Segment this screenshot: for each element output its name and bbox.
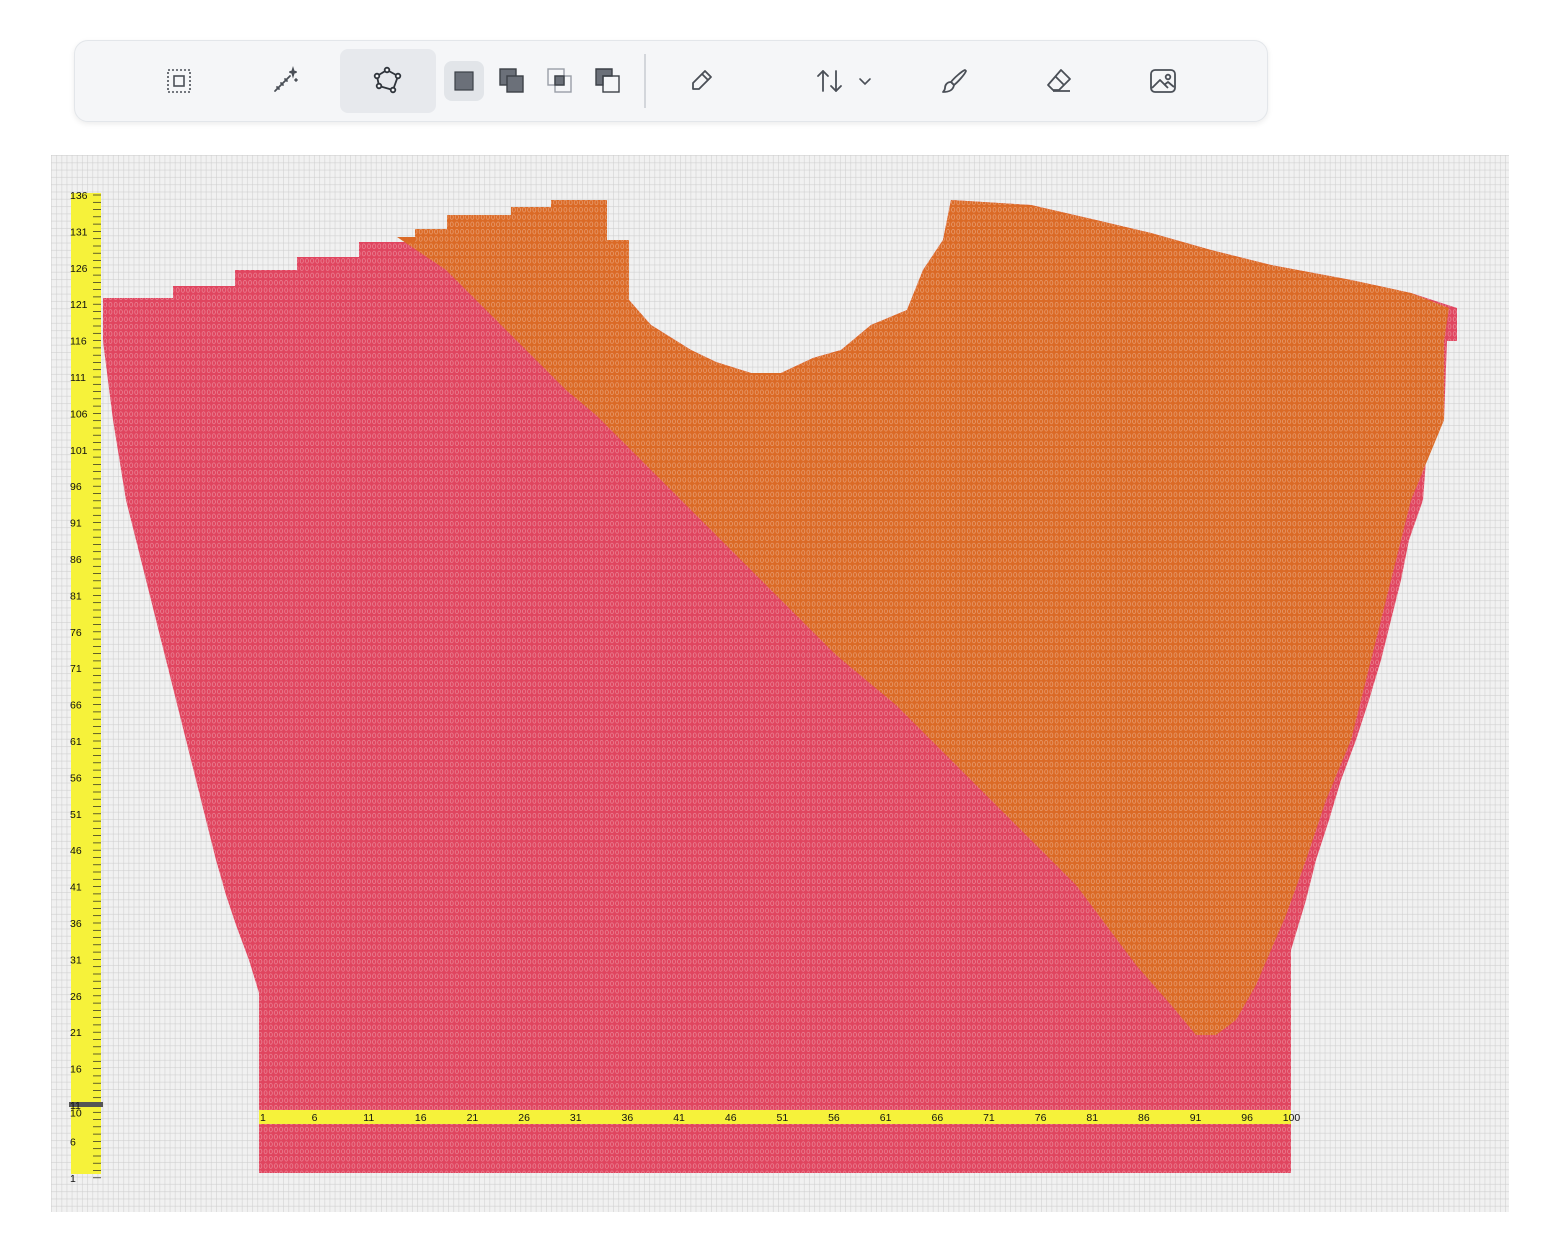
bottom-ruler-label: 96 <box>1241 1112 1253 1124</box>
bottom-ruler-label: 61 <box>880 1112 892 1124</box>
toolbar <box>74 40 1268 122</box>
flip-button[interactable] <box>803 51 883 111</box>
bottom-ruler-label: 66 <box>932 1112 944 1124</box>
bottom-ruler-label: 76 <box>1035 1112 1047 1124</box>
left-ruler-label: 56 <box>70 772 82 784</box>
magic-wand-button[interactable] <box>265 51 305 111</box>
shape-subtract-button[interactable] <box>588 61 628 101</box>
left-ruler-label: 86 <box>70 554 82 566</box>
bottom-ruler-label: 56 <box>828 1112 840 1124</box>
stitch-texture <box>103 200 1457 1173</box>
left-ruler-label: 111 <box>70 372 86 384</box>
brush-icon <box>940 66 970 96</box>
left-ruler-label: 41 <box>70 882 82 894</box>
image-icon <box>1148 66 1178 96</box>
bottom-ruler-label: 91 <box>1190 1112 1202 1124</box>
left-ruler-label: 136 <box>70 190 88 202</box>
image-button[interactable] <box>1143 51 1183 111</box>
knitting-chart: 1361311261211161111061019691868176716661… <box>69 190 1457 1185</box>
magic-wand-icon <box>270 66 300 96</box>
left-ruler-label: 21 <box>70 1027 82 1039</box>
bottom-ruler-label: 41 <box>673 1112 685 1124</box>
pipette-button[interactable] <box>681 51 721 111</box>
toolbar-divider <box>644 54 646 108</box>
polygon-icon <box>373 66 403 96</box>
pipette-icon <box>687 67 715 95</box>
bottom-ruler-label: 16 <box>415 1112 427 1124</box>
left-ruler-label: 26 <box>70 991 82 1003</box>
left-ruler-label: 91 <box>70 518 82 530</box>
left-ruler-label: 96 <box>70 481 82 493</box>
left-ruler-label: 16 <box>70 1064 82 1076</box>
bottom-ruler-label: 86 <box>1138 1112 1150 1124</box>
left-ruler-label: 31 <box>70 954 82 966</box>
shape-intersect-button[interactable] <box>540 61 580 101</box>
bottom-ruler-strip <box>259 1110 1291 1124</box>
bottom-ruler-label: 26 <box>518 1112 530 1124</box>
bottom-ruler-label: 51 <box>777 1112 789 1124</box>
bottom-ruler-label: 71 <box>983 1112 995 1124</box>
left-ruler-label: 71 <box>70 663 82 675</box>
bottom-ruler-label: 1 <box>260 1112 266 1124</box>
left-ruler-label: 66 <box>70 700 82 712</box>
bottom-ruler-label: 11 <box>363 1112 374 1124</box>
bottom-ruler-label: 21 <box>467 1112 479 1124</box>
polygon-button[interactable] <box>340 49 436 113</box>
arrows-up-down-icon <box>814 66 848 96</box>
brush-button[interactable] <box>935 51 975 111</box>
left-ruler-label: 36 <box>70 918 82 930</box>
eraser-icon <box>1044 66 1074 96</box>
left-ruler-label: 116 <box>70 336 87 348</box>
left-ruler-label: 76 <box>70 627 82 639</box>
square-filled-icon <box>452 69 476 93</box>
shape-new-button[interactable] <box>444 61 484 101</box>
left-ruler-label: 81 <box>70 590 82 602</box>
left-ruler-label: 126 <box>70 263 88 275</box>
bottom-ruler-label: 46 <box>725 1112 737 1124</box>
subtract-icon <box>594 67 622 95</box>
select-area-icon <box>165 67 193 95</box>
left-ruler-label: 106 <box>70 408 88 420</box>
left-ruler-label: 131 <box>70 226 88 238</box>
bottom-ruler-label: 81 <box>1086 1112 1098 1124</box>
left-ruler-label: 10 <box>70 1107 82 1119</box>
chevron-down-icon <box>858 76 872 86</box>
shape-add-button[interactable] <box>492 61 532 101</box>
left-ruler-label: 51 <box>70 809 82 821</box>
bottom-ruler-label: 31 <box>570 1112 582 1124</box>
union-icon <box>498 67 526 95</box>
bottom-ruler-label: 36 <box>622 1112 634 1124</box>
left-ruler-label: 46 <box>70 845 82 857</box>
left-ruler-label: 61 <box>70 736 82 748</box>
select-area-button[interactable] <box>163 51 195 111</box>
eraser-button[interactable] <box>1039 51 1079 111</box>
bottom-ruler-label: 100 <box>1283 1112 1301 1124</box>
bottom-ruler-labels: 1 6 11 16 21 26 31 36 41 46 51 56 61 66 71 76 81 86 91 96 10… <box>260 1112 1300 1124</box>
intersect-icon <box>546 67 574 95</box>
left-ruler-label: 101 <box>70 445 88 457</box>
pattern-canvas[interactable]: 136 131 126 121 116 111 106 101 96 91 86 81 76 71 66 61… <box>51 155 1509 1212</box>
bottom-ruler-label: 6 <box>312 1112 318 1124</box>
left-ruler-label: 1 <box>70 1173 76 1185</box>
left-ruler-label: 6 <box>70 1136 76 1148</box>
left-ruler-label: 121 <box>70 299 88 311</box>
chart-fabric <box>103 200 1457 1173</box>
